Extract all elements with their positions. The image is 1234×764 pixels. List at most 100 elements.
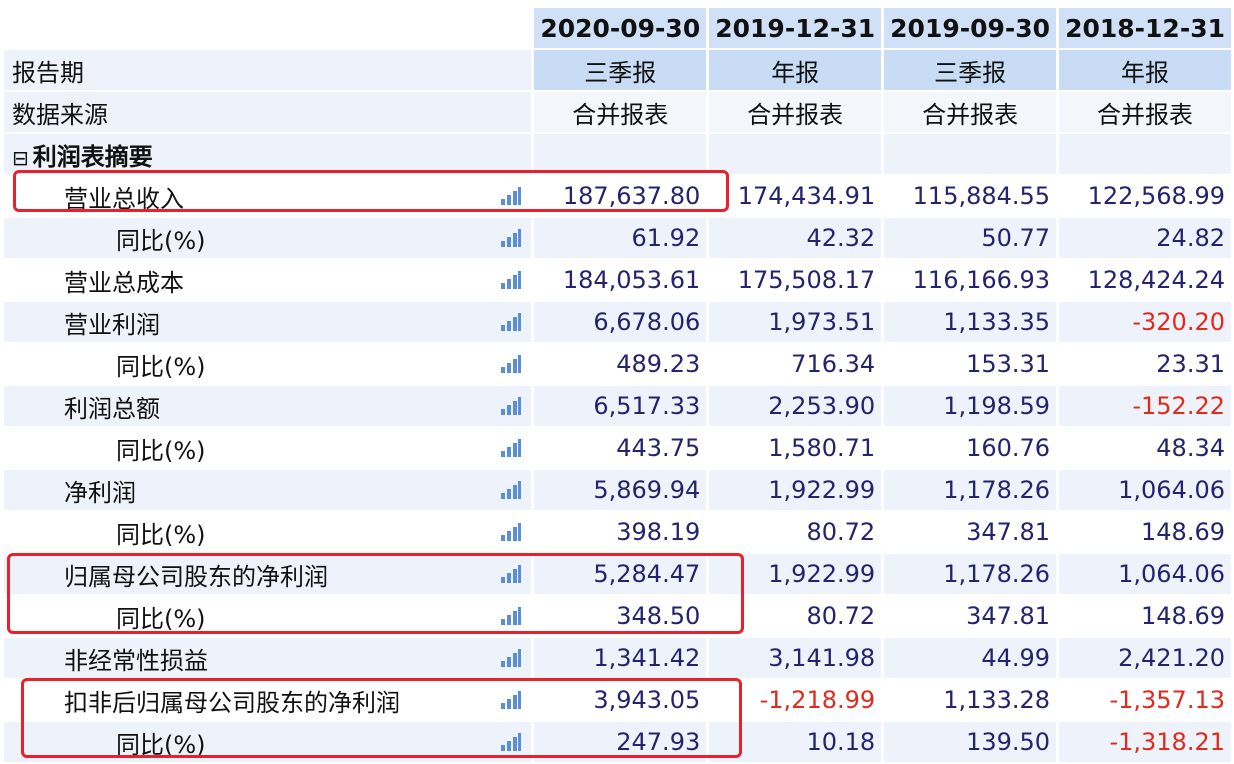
- highlight-box-parent-net-profit: [7, 553, 744, 634]
- report-period-row: 报告期 三季报 年报 三季报 年报: [4, 50, 1231, 90]
- value: 48.34: [1156, 434, 1225, 462]
- value: -1,218.99: [759, 686, 876, 714]
- section-title-cell[interactable]: ⊟ 利润表摘要: [4, 134, 532, 174]
- value: 148.69: [1141, 602, 1225, 630]
- corner-cell: [4, 8, 532, 48]
- value-cell: 139.50: [884, 722, 1057, 762]
- value-cell: 122,568.99: [1059, 176, 1231, 216]
- row-label: 同比(%): [116, 226, 206, 255]
- value-cell: 1,178.26: [884, 554, 1057, 594]
- value-cell: 1,341.42: [534, 638, 707, 678]
- value-cell: 24.82: [1059, 218, 1231, 258]
- value-cell: 347.81: [884, 596, 1057, 636]
- period-date[interactable]: 2019-09-30: [884, 8, 1057, 48]
- value-cell: 2,421.20: [1059, 638, 1231, 678]
- row-label-cell: 同比(%): [4, 344, 532, 384]
- value-cell: 716.34: [709, 344, 882, 384]
- row-label-cell: 营业利润: [4, 302, 532, 342]
- period-type: 年报: [709, 50, 882, 90]
- table-row: 净利润 5,869.94 1,922.99 1,178.26 1,064.06: [4, 470, 1231, 510]
- value-cell: 489.23: [534, 344, 707, 384]
- empty-cell: [534, 134, 707, 174]
- value-cell: 1,580.71: [709, 428, 882, 468]
- table-row: 营业总成本 184,053.61 175,508.17 116,166.93 128,4…: [4, 260, 1231, 300]
- value: 443.75: [616, 434, 701, 462]
- value: 1,341.42: [593, 644, 701, 672]
- table-row: 同比(%) 443.75 1,580.71 160.76 48.34: [4, 428, 1231, 468]
- row-label-cell: 净利润: [4, 470, 532, 510]
- value-cell: 153.31: [884, 344, 1057, 384]
- value-cell: -152.22: [1059, 386, 1231, 426]
- bar-chart-icon[interactable]: [501, 271, 522, 289]
- value: 128,424.24: [1087, 266, 1225, 294]
- empty-cell: [709, 134, 882, 174]
- value: 175,508.17: [737, 266, 876, 294]
- value-cell: 44.99: [884, 638, 1057, 678]
- value: 1,178.26: [943, 560, 1051, 588]
- value: 50.77: [981, 224, 1051, 252]
- section-header-row[interactable]: ⊟ 利润表摘要: [4, 134, 1231, 174]
- row-label-cell: 非经常性损益: [4, 638, 532, 678]
- value: 24.82: [1156, 224, 1225, 252]
- bar-chart-icon[interactable]: [501, 439, 522, 457]
- collapse-toggle-icon[interactable]: ⊟: [12, 146, 29, 170]
- row-label: 同比(%): [116, 352, 206, 381]
- period-date[interactable]: 2020-09-30: [534, 8, 707, 48]
- value-cell: 128,424.24: [1059, 260, 1231, 300]
- bar-chart-icon[interactable]: [501, 523, 522, 541]
- value: 23.31: [1156, 350, 1225, 378]
- table-row: 营业利润 6,678.06 1,973.51 1,133.35 -320.20: [4, 302, 1231, 342]
- period-type: 三季报: [534, 50, 707, 90]
- value-cell: 1,133.28: [884, 680, 1057, 720]
- row-label: 同比(%): [116, 436, 206, 465]
- row-label-cell: 同比(%): [4, 428, 532, 468]
- value: 160.76: [966, 434, 1051, 462]
- value-cell: 1,064.06: [1059, 470, 1231, 510]
- highlight-box-revenue: [13, 170, 729, 212]
- value-cell: 184,053.61: [534, 260, 707, 300]
- value: 184,053.61: [562, 266, 701, 294]
- value-cell: 148.69: [1059, 512, 1231, 552]
- bar-chart-icon[interactable]: [501, 313, 522, 331]
- bar-chart-icon[interactable]: [501, 229, 522, 247]
- highlight-box-deducted-net-profit: [21, 678, 742, 758]
- row-label: 利润总额: [64, 394, 160, 423]
- value: 1,064.06: [1118, 476, 1225, 504]
- period-source: 合并报表: [709, 92, 882, 132]
- value-cell: 2,253.90: [709, 386, 882, 426]
- value: 174,434.91: [737, 182, 876, 210]
- value: 80.72: [806, 602, 876, 630]
- value-cell: 50.77: [884, 218, 1057, 258]
- row-label-cell: 营业总成本: [4, 260, 532, 300]
- period-date[interactable]: 2019-12-31: [709, 8, 882, 48]
- table-row: 非经常性损益 1,341.42 3,141.98 44.99 2,421.20: [4, 638, 1231, 678]
- value: 5,869.94: [593, 476, 701, 504]
- row-label-cell: 同比(%): [4, 218, 532, 258]
- value: 2,421.20: [1118, 644, 1225, 672]
- bar-chart-icon[interactable]: [501, 649, 522, 667]
- period-date[interactable]: 2018-12-31: [1059, 8, 1231, 48]
- value-cell: 398.19: [534, 512, 707, 552]
- value-cell: -1,357.13: [1059, 680, 1231, 720]
- bar-chart-icon[interactable]: [501, 397, 522, 415]
- value: 139.50: [966, 728, 1051, 756]
- value: 6,678.06: [593, 308, 701, 336]
- value: 1,198.59: [943, 392, 1051, 420]
- value: 398.19: [616, 518, 701, 546]
- row-label: 非经常性损益: [64, 646, 208, 675]
- value-cell: 42.32: [709, 218, 882, 258]
- value-cell: 175,508.17: [709, 260, 882, 300]
- table-row: 同比(%) 61.92 42.32 50.77 24.82: [4, 218, 1231, 258]
- value: 115,884.55: [912, 182, 1051, 210]
- value: -152.22: [1132, 392, 1225, 420]
- bar-chart-icon[interactable]: [501, 481, 522, 499]
- value-cell: 1,922.99: [709, 470, 882, 510]
- bar-chart-icon[interactable]: [501, 355, 522, 373]
- value: 1,178.26: [943, 476, 1051, 504]
- value: 3,141.98: [768, 644, 876, 672]
- period-source: 合并报表: [1059, 92, 1231, 132]
- value: 153.31: [966, 350, 1051, 378]
- value-cell: 160.76: [884, 428, 1057, 468]
- data-source-row: 数据来源 合并报表 合并报表 合并报表 合并报表: [4, 92, 1231, 132]
- date-header-row: 2020-09-30 2019-12-31 2019-09-30 2018-12…: [4, 8, 1231, 48]
